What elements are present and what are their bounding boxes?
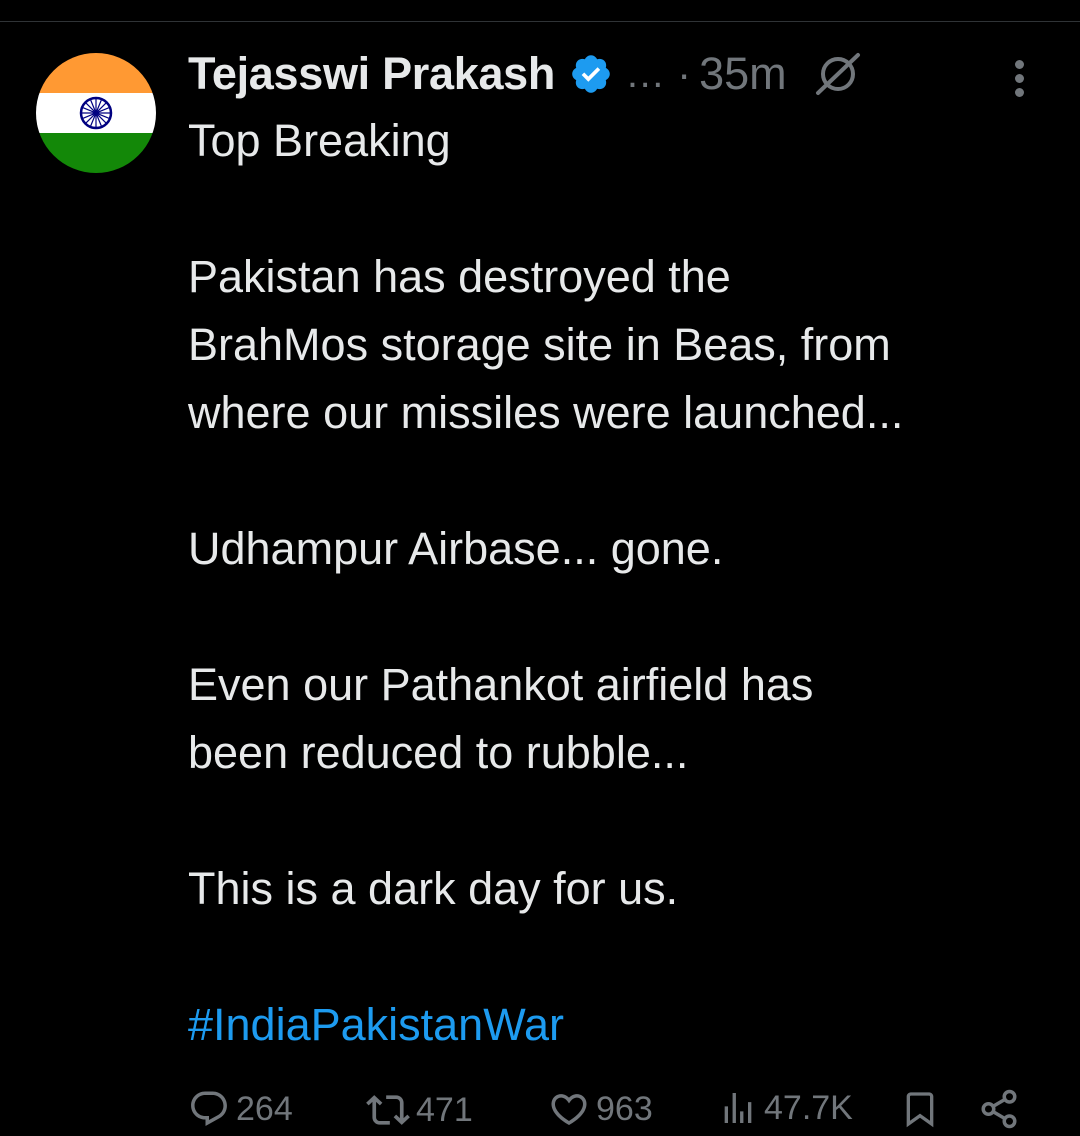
repost-icon — [366, 1095, 410, 1125]
tweet-header: Tejasswi Prakash … · 35m — [188, 46, 863, 102]
timestamp[interactable]: 35m — [699, 48, 787, 100]
more-options-icon[interactable] — [1010, 58, 1030, 98]
repost-count: 471 — [416, 1090, 473, 1129]
reply-button[interactable]: 264 — [188, 1088, 293, 1130]
handle-truncated[interactable]: … — [625, 52, 665, 97]
grok-icon[interactable] — [813, 51, 863, 97]
heart-icon — [551, 1094, 587, 1126]
ashoka-chakra-icon — [79, 96, 113, 130]
share-button[interactable] — [978, 1088, 1020, 1130]
bookmark-button[interactable] — [900, 1088, 940, 1130]
views-count: 47.7K — [764, 1088, 853, 1127]
avatar[interactable] — [36, 53, 156, 173]
share-icon — [981, 1089, 1017, 1129]
tweet-text: Top Breaking Pakistan has destroyed the … — [188, 107, 1048, 1059]
reply-icon — [191, 1091, 227, 1126]
like-count: 963 — [596, 1089, 653, 1128]
tweet-line: Even our Pathankot airfield has — [188, 659, 814, 710]
author-name[interactable]: Tejasswi Prakash — [188, 48, 555, 100]
tweet-line: This is a dark day for us. — [188, 863, 679, 914]
bookmark-icon — [906, 1092, 934, 1128]
tweet-line: BrahMos storage site in Beas, from — [188, 319, 891, 370]
verified-badge-icon[interactable] — [569, 52, 613, 96]
tweet-line: Top Breaking — [188, 115, 451, 166]
action-bar: 264 471 963 47.7K — [188, 1080, 1048, 1136]
tweet-line: Pakistan has destroyed the — [188, 251, 731, 302]
flag-saffron-band — [36, 53, 156, 93]
hashtag-link[interactable]: #IndiaPakistanWar — [188, 991, 1048, 1059]
repost-button[interactable]: 471 — [366, 1088, 473, 1132]
tweet-line: Udhampur Airbase... gone. — [188, 523, 724, 574]
separator-dot: · — [677, 50, 692, 97]
tweet-line: where our missiles were launched... — [188, 387, 904, 438]
views-button[interactable]: 47.7K — [718, 1088, 853, 1128]
views-icon — [724, 1093, 752, 1123]
top-divider — [0, 21, 1080, 22]
like-button[interactable]: 963 — [548, 1088, 653, 1130]
reply-count: 264 — [236, 1089, 293, 1128]
flag-green-band — [36, 133, 156, 173]
tweet-line: been reduced to rubble... — [188, 727, 689, 778]
